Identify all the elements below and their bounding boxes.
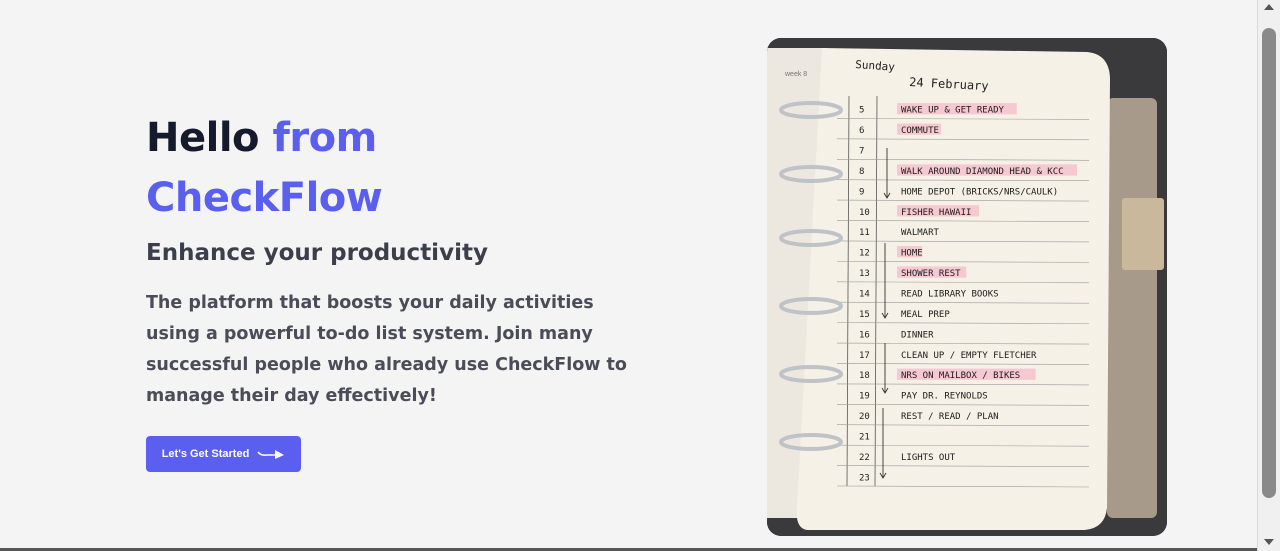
planner-hour: 21 xyxy=(859,432,870,442)
planner-hour: 8 xyxy=(859,167,864,177)
planner-hour: 23 xyxy=(859,473,870,483)
title-from: from xyxy=(272,115,377,161)
planner-task: HOME DEPOT (BRICKS/NRS/CAULK) xyxy=(901,187,1058,197)
planner-task: FISHER HAWAII xyxy=(901,208,971,218)
planner-hour: 14 xyxy=(859,289,870,299)
vertical-scrollbar[interactable] xyxy=(1257,0,1280,551)
planner-task: NRS ON MAILBOX / BIKES xyxy=(901,371,1020,381)
title-brand: CheckFlow xyxy=(146,175,383,221)
planner-hour: 19 xyxy=(859,392,870,402)
get-started-button[interactable]: Let's Get Started xyxy=(146,436,301,472)
scrollbar-thumb[interactable] xyxy=(1262,28,1276,498)
planner-hour: 5 xyxy=(859,106,864,116)
arrow-right-icon xyxy=(257,448,285,460)
planner-task: SHOWER REST xyxy=(901,269,961,279)
planner-task: REST / READ / PLAN xyxy=(901,412,999,422)
planner-task: READ LIBRARY BOOKS xyxy=(901,289,999,299)
scroll-down-icon[interactable] xyxy=(1264,539,1274,545)
planner-task: WALMART xyxy=(901,228,940,238)
planner-hour: 22 xyxy=(859,453,870,463)
planner-hour: 12 xyxy=(859,249,870,259)
planner-hour: 20 xyxy=(859,412,870,422)
hero-description: The platform that boosts your daily acti… xyxy=(146,293,627,406)
planner-hour: 17 xyxy=(859,351,870,361)
scroll-up-icon[interactable] xyxy=(1264,4,1274,10)
planner-hour: 11 xyxy=(859,228,870,238)
title-hello: Hello xyxy=(146,115,260,161)
planner-hour: 15 xyxy=(859,310,870,320)
side-tab-label: week 8 xyxy=(784,71,807,78)
planner-task: DINNER xyxy=(901,330,934,340)
planner-task: WAKE UP & GET READY xyxy=(901,106,1005,116)
planner-task: MEAL PREP xyxy=(901,310,950,320)
planner-photo: week 8 Sunday 24 February 5 WAKE UP & GET… xyxy=(767,38,1167,536)
get-started-label: Let's Get Started xyxy=(161,448,250,460)
hero-section: Hello from CheckFlow Enhance your produc… xyxy=(0,0,1257,548)
planner-task: COMMUTE xyxy=(901,126,939,136)
hero-subtitle: Enhance your productivity xyxy=(146,240,488,266)
planner-hour: 6 xyxy=(859,126,864,136)
hero-title: Hello from CheckFlow xyxy=(146,108,383,228)
planner-task: LIGHTS OUT xyxy=(901,453,956,463)
planner-task: HOME xyxy=(901,249,923,259)
planner-task: CLEAN UP / EMPTY FLETCHER xyxy=(901,351,1037,361)
planner-hour: 18 xyxy=(859,371,870,381)
planner-hour: 10 xyxy=(859,208,870,218)
planner-hour: 7 xyxy=(859,147,864,157)
planner-task: WALK AROUND DIAMOND HEAD & KCC xyxy=(901,167,1064,177)
planner-illustration: week 8 Sunday 24 February 5 WAKE UP & GET… xyxy=(767,38,1167,536)
planner-task: PAY DR. REYNOLDS xyxy=(901,392,988,402)
planner-hour: 16 xyxy=(859,330,870,340)
planner-hour: 13 xyxy=(859,269,870,279)
planner-hour: 9 xyxy=(859,187,864,197)
